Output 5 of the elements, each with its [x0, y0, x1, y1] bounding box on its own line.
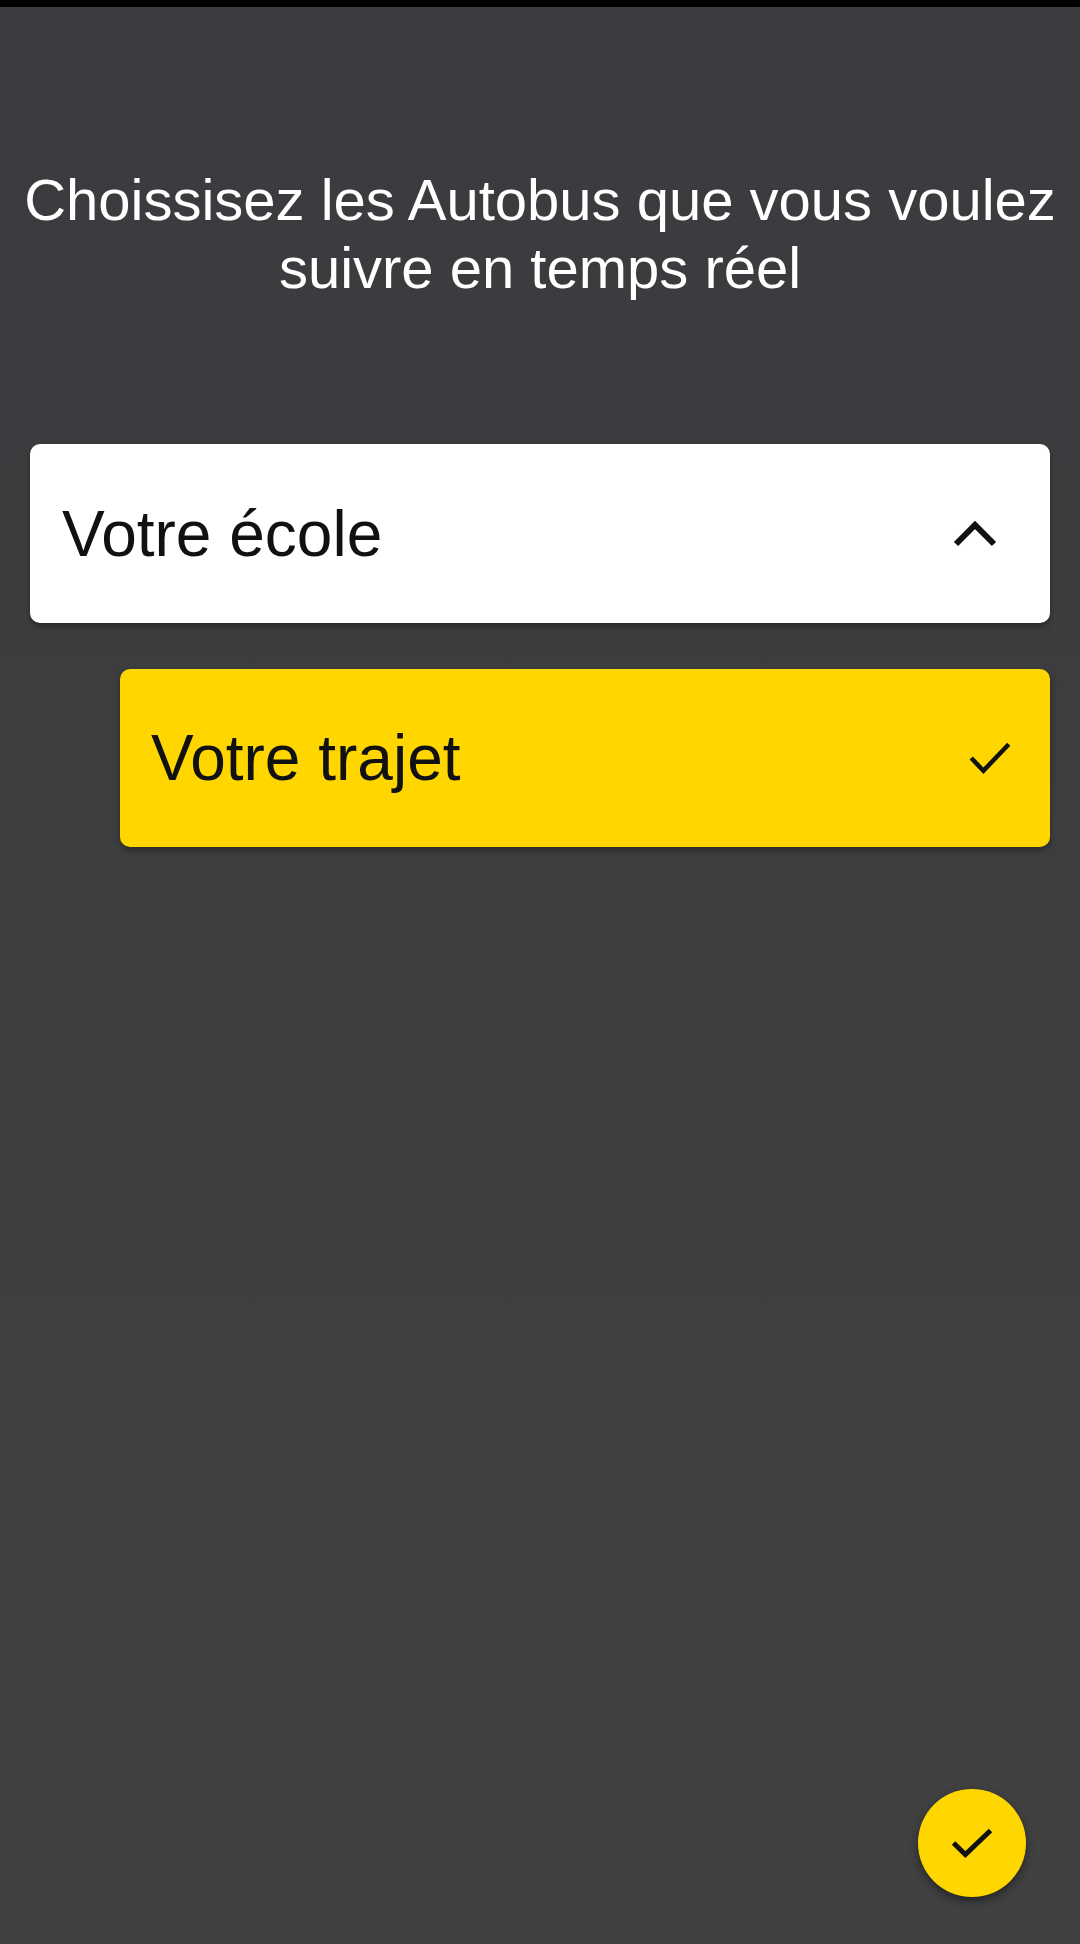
dropdown-label: Votre école [62, 501, 383, 566]
check-icon [950, 1827, 994, 1859]
dropdown-header[interactable]: Votre école [30, 444, 1050, 623]
option-item[interactable]: Votre trajet [120, 669, 1050, 847]
page-title: Choissisez les Autobus que vous voulez suivre en temps réel [23, 166, 1057, 302]
